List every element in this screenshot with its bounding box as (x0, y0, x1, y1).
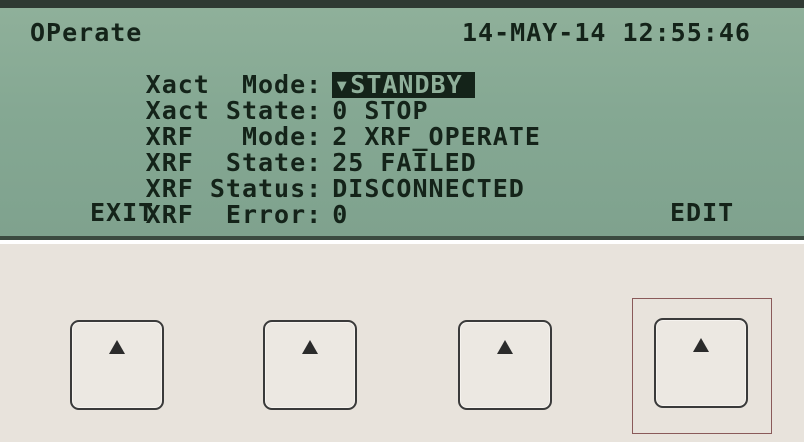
softkey-3-button[interactable] (458, 320, 552, 410)
field-value: 0 (332, 200, 349, 229)
field-row-xrf-state: XRF State: 25 FAILED (30, 124, 477, 176)
field-row-xrf-error: XRF Error: 0 (30, 176, 348, 228)
up-arrow-icon (302, 340, 318, 354)
field-value: DISCONNECTED (332, 174, 525, 203)
softkey-4-edit-button[interactable] (654, 318, 748, 408)
datetime-readout: 14-MAY-14 12:55:46 (462, 18, 751, 47)
field-row-xact-state: Xact State: 0 STOP (30, 72, 429, 124)
softkey-label-exit: EXIT (90, 198, 155, 227)
up-arrow-icon (693, 338, 709, 352)
softkey-2-button[interactable] (263, 320, 357, 410)
up-arrow-icon (497, 340, 513, 354)
screen-title: OPerate (30, 18, 143, 47)
up-arrow-icon (109, 340, 125, 354)
field-row-xrf-mode: XRF Mode: 2 XRF_OPERATE (30, 98, 541, 150)
lcd-display: OPerate 14-MAY-14 12:55:46 Xact Mode: ▾ST… (0, 8, 804, 240)
softkey-1-exit-button[interactable] (70, 320, 164, 410)
field-row-xact-mode[interactable]: Xact Mode: ▾STANDBY (30, 46, 475, 98)
softkey-label-edit: EDIT (670, 198, 735, 227)
field-row-xrf-status: XRF Status: DISCONNECTED (30, 150, 525, 202)
